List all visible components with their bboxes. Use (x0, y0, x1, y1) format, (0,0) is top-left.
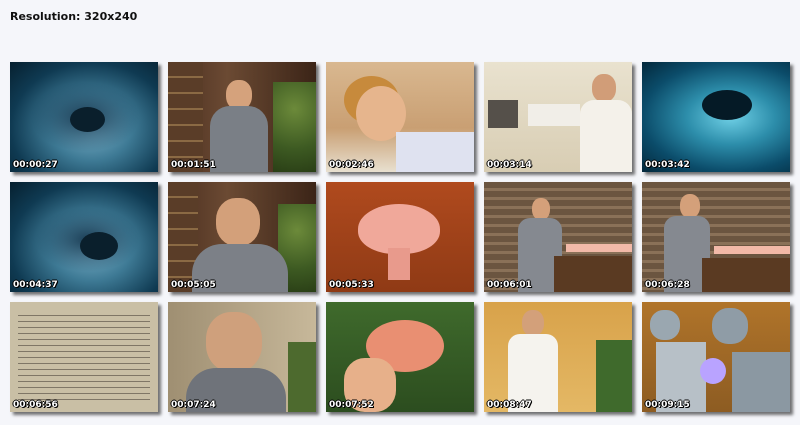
timestamp-label: 00:02:46 (329, 160, 374, 170)
thumbnail-man-blinds-2[interactable]: 00:06:28 (642, 182, 790, 292)
timestamp-label: 00:09:15 (645, 400, 690, 410)
resolution-label: Resolution: 320x240 (10, 10, 138, 23)
thumbnail-lab-coat[interactable]: 00:08:47 (484, 302, 632, 412)
timestamp-label: 00:00:27 (13, 160, 58, 170)
timestamp-label: 00:03:42 (645, 160, 690, 170)
thumbnail-surgery[interactable]: 00:09:15 (642, 302, 790, 412)
thumbnail-uterus-model[interactable]: 00:05:33 (326, 182, 474, 292)
thumbnail-woman-bed[interactable]: 00:02:46 (326, 62, 474, 172)
thumbnail-man-office[interactable]: 00:01:51 (168, 62, 316, 172)
timestamp-label: 00:08:47 (487, 400, 532, 410)
timestamp-label: 00:04:37 (13, 280, 58, 290)
timestamp-label: 00:03:14 (487, 160, 532, 170)
timestamp-label: 00:06:28 (645, 280, 690, 290)
timestamp-label: 00:01:51 (171, 160, 216, 170)
timestamp-label: 00:05:05 (171, 280, 216, 290)
thumbnail-ultrasound-cyan[interactable]: 00:03:42 (642, 62, 790, 172)
thumbnail-ultrasound[interactable]: 00:00:27 (10, 62, 158, 172)
thumbnail-grid: 00:00:27 00:01:51 00:02:46 00:03:14 00:0… (10, 62, 800, 418)
thumbnail-clinic-exam[interactable]: 00:03:14 (484, 62, 632, 172)
thumbnail-man-closeup[interactable]: 00:05:05 (168, 182, 316, 292)
timestamp-label: 00:06:56 (13, 400, 58, 410)
timestamp-label: 00:07:52 (329, 400, 374, 410)
timestamp-label: 00:07:24 (171, 400, 216, 410)
thumbnail-ultrasound-2[interactable]: 00:04:37 (10, 182, 158, 292)
thumbnail-man-closeup-2[interactable]: 00:07:24 (168, 302, 316, 412)
thumbnail-hand-model[interactable]: 00:07:52 (326, 302, 474, 412)
thumbnail-man-blinds[interactable]: 00:06:01 (484, 182, 632, 292)
timestamp-label: 00:06:01 (487, 280, 532, 290)
timestamp-label: 00:05:33 (329, 280, 374, 290)
thumbnail-document-page[interactable]: 00:06:56 (10, 302, 158, 412)
